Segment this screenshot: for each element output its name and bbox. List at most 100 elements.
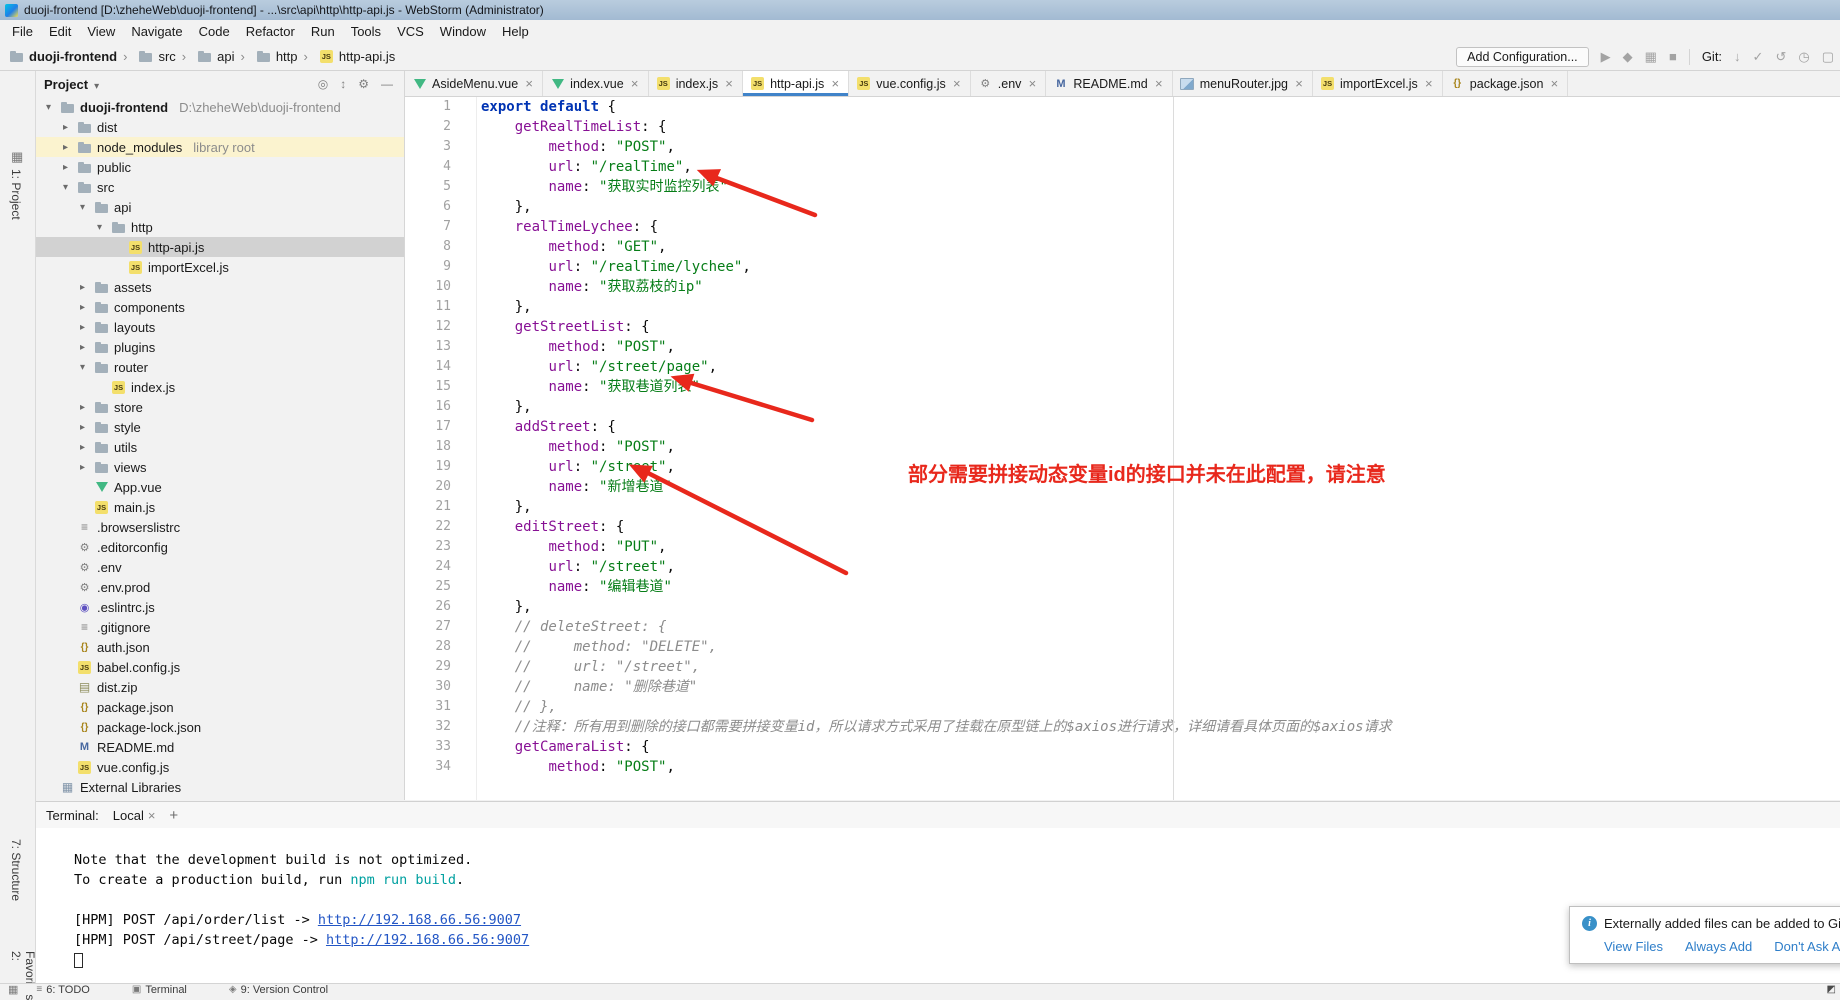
collapse-chevron-icon[interactable] <box>76 362 89 373</box>
code-line[interactable]: 26 }, <box>405 597 1840 617</box>
git-commit-icon[interactable]: ✓ <box>1753 49 1764 65</box>
close-icon[interactable] <box>1153 76 1165 91</box>
tree-item-utils[interactable]: utils <box>36 437 404 457</box>
code-line[interactable]: 9 url: "/realTime/lychee", <box>405 257 1840 277</box>
project-tool-icon[interactable]: ▦ <box>11 149 23 165</box>
tree-item-style[interactable]: style <box>36 417 404 437</box>
close-icon[interactable] <box>629 76 641 91</box>
tree-item-importExcel.js[interactable]: importExcel.js <box>36 257 404 277</box>
code-line[interactable]: 19 url: "/street", <box>405 457 1840 477</box>
close-icon[interactable] <box>1548 76 1560 91</box>
code-line[interactable]: 10 name: "获取荔枝的ip" <box>405 277 1840 297</box>
tab-README.md[interactable]: README.md <box>1046 71 1172 96</box>
tree-item-store[interactable]: store <box>36 397 404 417</box>
expand-chevron-icon[interactable] <box>59 162 72 173</box>
code-line[interactable]: 22 editStreet: { <box>405 517 1840 537</box>
tree-item-router[interactable]: router <box>36 357 404 377</box>
tree-item-duoji-frontend[interactable]: duoji-frontendD:\zheheWeb\duoji-frontend <box>36 97 404 117</box>
menu-item-view[interactable]: View <box>79 22 123 41</box>
tree-item-http-api.js[interactable]: http-api.js <box>36 237 404 257</box>
tab-vue.config.js[interactable]: vue.config.js <box>849 71 970 96</box>
collapse-all-icon[interactable]: ↕ <box>337 77 349 91</box>
tool-window-switcher-icon[interactable]: ▦ <box>8 983 18 996</box>
tree-item-index.js[interactable]: index.js <box>36 377 404 397</box>
history-clock-icon[interactable]: ◷ <box>1798 49 1809 65</box>
close-icon[interactable] <box>1423 76 1435 91</box>
code-line[interactable]: 29 // url: "/street", <box>405 657 1840 677</box>
expand-chevron-icon[interactable] <box>76 302 89 313</box>
code-line[interactable]: 5 name: "获取实时监控列表" <box>405 177 1840 197</box>
tree-item-.gitignore[interactable]: .gitignore <box>36 617 404 637</box>
notification-action-don-t-ask-agai[interactable]: Don't Ask Agai <box>1774 939 1840 954</box>
terminal-cursor[interactable] <box>74 953 83 968</box>
chevron-down-icon[interactable] <box>94 77 99 92</box>
close-icon[interactable] <box>1026 76 1038 91</box>
menu-item-code[interactable]: Code <box>191 22 238 41</box>
collapse-chevron-icon[interactable] <box>76 202 89 213</box>
collapse-chevron-icon[interactable] <box>42 102 55 113</box>
tree-item-.env.prod[interactable]: .env.prod <box>36 577 404 597</box>
tab-package.json[interactable]: package.json <box>1443 71 1569 96</box>
code-line[interactable]: 27 // deleteStreet: { <box>405 617 1840 637</box>
code-line[interactable]: 30 // name: "删除巷道" <box>405 677 1840 697</box>
tree-item-.env[interactable]: .env <box>36 557 404 577</box>
code-editor[interactable]: 1export default {2 getRealTimeList: {3 m… <box>405 97 1840 800</box>
new-terminal-session-icon[interactable] <box>169 807 178 824</box>
tree-item-dist.zip[interactable]: dist.zip <box>36 677 404 697</box>
code-line[interactable]: 8 method: "GET", <box>405 237 1840 257</box>
tree-item-src[interactable]: src <box>36 177 404 197</box>
menu-item-tools[interactable]: Tools <box>343 22 389 41</box>
terminal-link[interactable]: http://192.168.66.56:9007 <box>326 932 529 948</box>
status-item-vcs[interactable]: 9: Version Control <box>229 984 328 996</box>
tree-item-main.js[interactable]: main.js <box>36 497 404 517</box>
breadcrumb-item-http-api.js[interactable]: http-api.js <box>301 49 399 64</box>
tab-index.vue[interactable]: index.vue <box>543 71 649 96</box>
tree-item-package-lock.json[interactable]: package-lock.json <box>36 717 404 737</box>
tree-item-.editorconfig[interactable]: .editorconfig <box>36 537 404 557</box>
menu-item-run[interactable]: Run <box>303 22 343 41</box>
tab-AsideMenu.vue[interactable]: AsideMenu.vue <box>405 71 543 96</box>
code-line[interactable]: 28 // method: "DELETE", <box>405 637 1840 657</box>
close-icon[interactable] <box>148 808 156 823</box>
code-line[interactable]: 17 addStreet: { <box>405 417 1840 437</box>
menu-item-vcs[interactable]: VCS <box>389 22 432 41</box>
code-line[interactable]: 13 method: "POST", <box>405 337 1840 357</box>
code-line[interactable]: 7 realTimeLychee: { <box>405 217 1840 237</box>
tree-item-api[interactable]: api <box>36 197 404 217</box>
breadcrumb-item-http[interactable]: http <box>237 49 300 64</box>
expand-chevron-icon[interactable] <box>76 282 89 293</box>
expand-chevron-icon[interactable] <box>59 142 72 153</box>
tree-item-External Libraries[interactable]: External Libraries <box>36 777 404 797</box>
tab-.env[interactable]: .env <box>971 71 1047 96</box>
notification-action-view-files[interactable]: View Files <box>1604 939 1663 954</box>
expand-chevron-icon[interactable] <box>76 402 89 413</box>
expand-chevron-icon[interactable] <box>76 422 89 433</box>
tab-index.js[interactable]: index.js <box>649 71 743 96</box>
collapse-chevron-icon[interactable] <box>93 222 106 233</box>
tree-item-views[interactable]: views <box>36 457 404 477</box>
tool-window-tab-project[interactable]: 1: Project <box>9 169 23 220</box>
tree-item-package.json[interactable]: package.json <box>36 697 404 717</box>
tree-item-auth.json[interactable]: auth.json <box>36 637 404 657</box>
collapse-chevron-icon[interactable] <box>59 182 72 193</box>
tree-item-babel.config.js[interactable]: babel.config.js <box>36 657 404 677</box>
close-icon[interactable] <box>829 76 841 91</box>
tab-importExcel.js[interactable]: importExcel.js <box>1313 71 1443 96</box>
menu-item-help[interactable]: Help <box>494 22 537 41</box>
terminal-tab-local[interactable]: Local <box>109 808 160 823</box>
close-icon[interactable] <box>723 76 735 91</box>
git-update-icon[interactable]: ↓ <box>1734 49 1741 64</box>
tree-item-http[interactable]: http <box>36 217 404 237</box>
code-line[interactable]: 33 getCameraList: { <box>405 737 1840 757</box>
menu-item-file[interactable]: File <box>4 22 41 41</box>
code-line[interactable]: 1export default { <box>405 97 1840 117</box>
expand-chevron-icon[interactable] <box>76 342 89 353</box>
code-line[interactable]: 25 name: "编辑巷道" <box>405 577 1840 597</box>
locate-file-icon[interactable]: ◎ <box>315 77 331 91</box>
profile-icon[interactable]: ▦ <box>1645 49 1657 65</box>
code-line[interactable]: 32 //注释：所有用到删除的接口都需要拼接变量id，所以请求方式采用了挂载在原… <box>405 717 1840 737</box>
status-item-todo[interactable]: 6: TODO <box>36 984 89 996</box>
code-line[interactable]: 31 // }, <box>405 697 1840 717</box>
event-log-icon[interactable]: ◩ <box>1827 984 1836 995</box>
gear-icon[interactable]: ⚙ <box>355 77 372 91</box>
